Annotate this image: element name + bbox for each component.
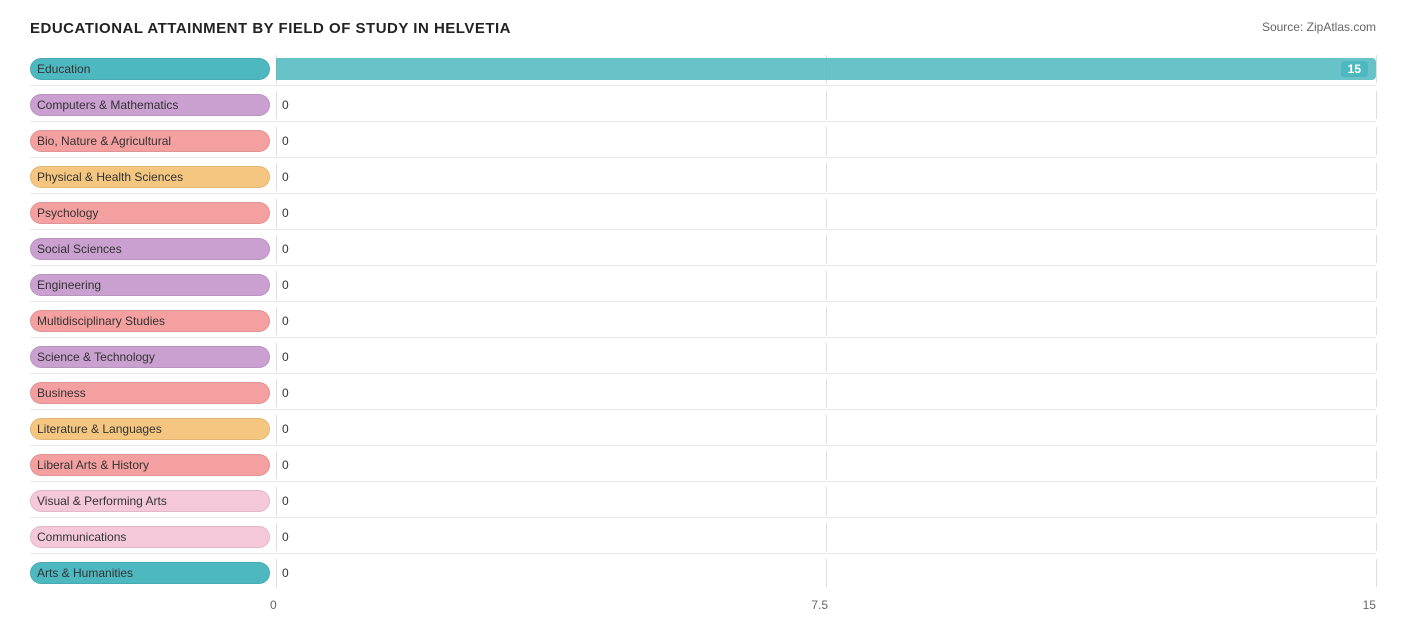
- bar-label-8: Science & Technology: [30, 346, 270, 368]
- bar-container-9: 0: [276, 379, 1376, 407]
- page-container: EDUCATIONAL ATTAINMENT BY FIELD OF STUDY…: [30, 20, 1376, 612]
- bar-row: Literature & Languages 0: [30, 412, 1376, 446]
- bar-value-14: 0: [282, 566, 289, 580]
- bar-row: Science & Technology 0: [30, 340, 1376, 374]
- bar-container-8: 0: [276, 343, 1376, 371]
- bar-value-2: 0: [282, 134, 289, 148]
- bar-value-7: 0: [282, 314, 289, 328]
- bar-row: Bio, Nature & Agricultural 0: [30, 124, 1376, 158]
- bar-row: Education 15: [30, 52, 1376, 86]
- bar-value-1: 0: [282, 98, 289, 112]
- x-axis-label-2: 15: [1363, 598, 1376, 612]
- bar-value-9: 0: [282, 386, 289, 400]
- bar-container-7: 0: [276, 307, 1376, 335]
- bar-value-11: 0: [282, 458, 289, 472]
- bar-value-10: 0: [282, 422, 289, 436]
- bar-row: Multidisciplinary Studies 0: [30, 304, 1376, 338]
- bar-container-11: 0: [276, 451, 1376, 479]
- bar-value-12: 0: [282, 494, 289, 508]
- bar-label-4: Psychology: [30, 202, 270, 224]
- bar-row: Liberal Arts & History 0: [30, 448, 1376, 482]
- bar-row: Business 0: [30, 376, 1376, 410]
- bar-container-5: 0: [276, 235, 1376, 263]
- bar-label-13: Communications: [30, 526, 270, 548]
- source-label: Source: ZipAtlas.com: [1262, 20, 1376, 34]
- x-axis-label-0: 0: [270, 598, 277, 612]
- bar-label-3: Physical & Health Sciences: [30, 166, 270, 188]
- bar-container-10: 0: [276, 415, 1376, 443]
- bar-container-1: 0: [276, 91, 1376, 119]
- bar-value-8: 0: [282, 350, 289, 364]
- bar-label-5: Social Sciences: [30, 238, 270, 260]
- bar-label-10: Literature & Languages: [30, 418, 270, 440]
- x-axis-labels: 0 7.5 15: [270, 598, 1376, 612]
- x-axis-label-1: 7.5: [811, 598, 828, 612]
- bar-container-2: 0: [276, 127, 1376, 155]
- bar-container-3: 0: [276, 163, 1376, 191]
- bar-row: Arts & Humanities 0: [30, 556, 1376, 590]
- bar-label-7: Multidisciplinary Studies: [30, 310, 270, 332]
- bar-value-3: 0: [282, 170, 289, 184]
- bar-container-14: 0: [276, 559, 1376, 587]
- bar-label-11: Liberal Arts & History: [30, 454, 270, 476]
- chart-title: EDUCATIONAL ATTAINMENT BY FIELD OF STUDY…: [30, 20, 511, 37]
- bar-row: Visual & Performing Arts 0: [30, 484, 1376, 518]
- bar-row: Computers & Mathematics 0: [30, 88, 1376, 122]
- bar-label-12: Visual & Performing Arts: [30, 490, 270, 512]
- bar-label-0: Education: [30, 58, 270, 80]
- bar-value-5: 0: [282, 242, 289, 256]
- bar-container-13: 0: [276, 523, 1376, 551]
- bar-row: Engineering 0: [30, 268, 1376, 302]
- bar-row: Physical & Health Sciences 0: [30, 160, 1376, 194]
- x-axis: 0 7.5 15: [30, 594, 1376, 612]
- bar-value-0: 15: [1341, 61, 1368, 77]
- bar-label-6: Engineering: [30, 274, 270, 296]
- bar-row: Psychology 0: [30, 196, 1376, 230]
- chart-area: Education15Computers & Mathematics0Bio, …: [30, 52, 1376, 590]
- bar-label-9: Business: [30, 382, 270, 404]
- bar-container-4: 0: [276, 199, 1376, 227]
- bar-container-0: 15: [276, 55, 1376, 83]
- bar-container-6: 0: [276, 271, 1376, 299]
- bar-container-12: 0: [276, 487, 1376, 515]
- bar-label-2: Bio, Nature & Agricultural: [30, 130, 270, 152]
- bar-value-6: 0: [282, 278, 289, 292]
- bar-row: Social Sciences 0: [30, 232, 1376, 266]
- bar-value-4: 0: [282, 206, 289, 220]
- bar-row: Communications 0: [30, 520, 1376, 554]
- bar-fill-0: [276, 58, 1376, 80]
- bar-value-13: 0: [282, 530, 289, 544]
- bar-label-14: Arts & Humanities: [30, 562, 270, 584]
- bar-label-1: Computers & Mathematics: [30, 94, 270, 116]
